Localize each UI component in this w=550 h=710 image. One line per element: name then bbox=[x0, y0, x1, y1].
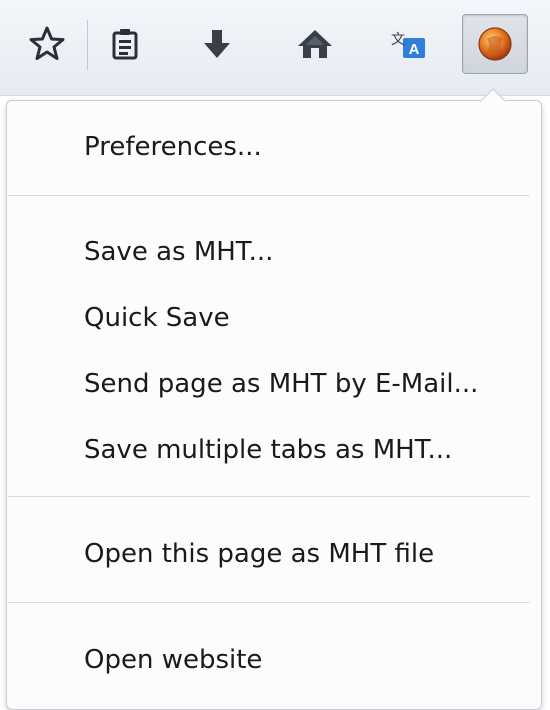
extension-avatar-icon bbox=[478, 27, 512, 61]
menu-item-save-as-mht[interactable]: Save as MHT... bbox=[84, 232, 273, 272]
toolbar-separator bbox=[87, 20, 88, 70]
menu-item-quick-save[interactable]: Quick Save bbox=[84, 298, 230, 338]
mht-extension-button[interactable] bbox=[462, 14, 528, 74]
menu-separator bbox=[8, 195, 530, 196]
browser-toolbar: A 文 bbox=[0, 0, 550, 96]
star-icon bbox=[29, 26, 65, 60]
bookmark-star-button[interactable] bbox=[14, 14, 80, 74]
menu-separator bbox=[8, 602, 530, 603]
home-icon bbox=[298, 30, 332, 58]
menu-item-send-by-email[interactable]: Send page as MHT by E-Mail... bbox=[84, 364, 478, 404]
menu-item-open-website[interactable]: Open website bbox=[84, 640, 262, 680]
translate-icon: A 文 bbox=[391, 32, 425, 58]
menu-item-preferences[interactable]: Preferences... bbox=[84, 127, 262, 167]
svg-text:文: 文 bbox=[391, 32, 405, 48]
home-button[interactable] bbox=[282, 14, 348, 74]
download-arrow-icon bbox=[204, 30, 230, 58]
menu-item-save-multiple-tabs[interactable]: Save multiple tabs as MHT... bbox=[84, 430, 452, 470]
menu-item-open-as-mht[interactable]: Open this page as MHT file bbox=[84, 534, 434, 574]
extension-dropdown-menu bbox=[6, 100, 542, 710]
translate-button[interactable]: A 文 bbox=[376, 14, 442, 74]
downloads-button[interactable] bbox=[184, 14, 250, 74]
clipboard-icon bbox=[112, 29, 138, 60]
bookmarks-list-button[interactable] bbox=[92, 14, 158, 74]
menu-separator bbox=[8, 496, 530, 497]
svg-text:A: A bbox=[409, 41, 420, 58]
menu-pointer-arrow bbox=[480, 88, 506, 102]
